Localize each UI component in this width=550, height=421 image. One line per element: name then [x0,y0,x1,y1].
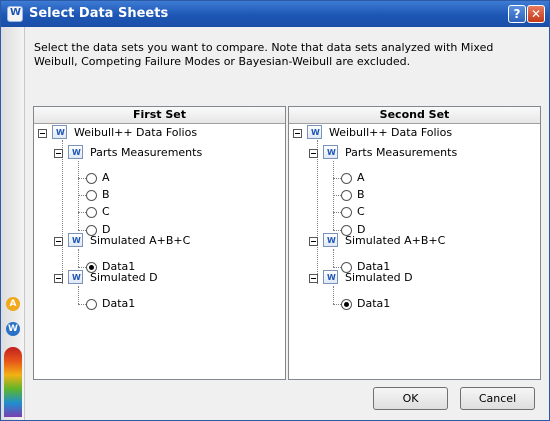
sheet-label: A [357,171,365,184]
collapse-toggle-icon[interactable] [309,149,318,158]
sheet-radio[interactable] [86,173,97,184]
folio-label: Simulated A+B+C [345,234,446,247]
tree-connector [333,286,334,304]
tree-root-label: Weibull++ Data Folios [329,126,453,139]
cancel-button[interactable]: Cancel [460,387,535,410]
alert-icon: A [6,297,20,311]
collapse-toggle-icon[interactable] [293,129,302,138]
rainbow-decoration [4,347,22,417]
tree-connector [62,140,63,284]
tree-root-label: Weibull++ Data Folios [74,126,198,139]
tree-connector [333,249,334,267]
folio-icon [323,270,338,286]
dialog-body: Select the data sets you want to compare… [26,27,549,420]
sheet-label: B [357,188,365,201]
first-set-header: First Set [34,107,285,124]
second-set-panel: Second Set Weibull++ Data Folios [288,106,541,380]
sheet-radio-selected[interactable] [341,299,352,310]
folio-icon [307,125,322,141]
first-set-panel: First Set Weibull++ Data Folios [33,106,286,380]
collapse-toggle-icon[interactable] [54,237,63,246]
sheet-radio[interactable] [86,207,97,218]
sheet-radio[interactable] [341,190,352,201]
first-set-tree: Weibull++ Data Folios Parts Measurements… [34,124,285,379]
folio-icon [68,233,83,249]
sheet-radio[interactable] [341,207,352,218]
weibull-app-icon [7,6,23,22]
second-set-tree: Weibull++ Data Folios Parts Measurements… [289,124,540,379]
folio-label: Simulated D [90,271,158,284]
tree-connector [317,140,318,284]
folio-icon [323,145,338,161]
collapse-toggle-icon[interactable] [54,149,63,158]
collapse-toggle-icon[interactable] [309,237,318,246]
title-bar[interactable]: Select Data Sheets ? ✕ [1,1,549,27]
sheet-radio[interactable] [341,173,352,184]
collapse-toggle-icon[interactable] [54,274,63,283]
dialog-title: Select Data Sheets [29,6,169,21]
sheet-radio[interactable] [86,299,97,310]
collapse-toggle-icon[interactable] [309,274,318,283]
dialog-window: Select Data Sheets ? ✕ A W Select the da… [0,0,550,421]
folio-icon [68,145,83,161]
sheet-label: Data1 [102,297,136,310]
weibull-icon: W [6,322,20,336]
folio-label: Simulated A+B+C [90,234,191,247]
sheet-radio[interactable] [86,190,97,201]
sheet-label: C [357,205,365,218]
sheet-label: Data1 [357,297,391,310]
help-button[interactable]: ? [508,5,526,23]
tree-connector [78,249,79,267]
sheet-label: A [102,171,110,184]
folio-icon [52,125,67,141]
side-brand-bar: A W [1,27,25,420]
folio-label: Simulated D [345,271,413,284]
collapse-toggle-icon[interactable] [38,129,47,138]
folio-icon [68,270,83,286]
ok-button[interactable]: OK [373,387,448,410]
close-button[interactable]: ✕ [527,5,545,23]
tree-connector [78,286,79,304]
sheet-label: C [102,205,110,218]
second-set-header: Second Set [289,107,540,124]
folio-label: Parts Measurements [90,146,203,159]
sheet-label: B [102,188,110,201]
folio-icon [323,233,338,249]
folio-label: Parts Measurements [345,146,458,159]
instructions-text: Select the data sets you want to compare… [34,41,494,68]
